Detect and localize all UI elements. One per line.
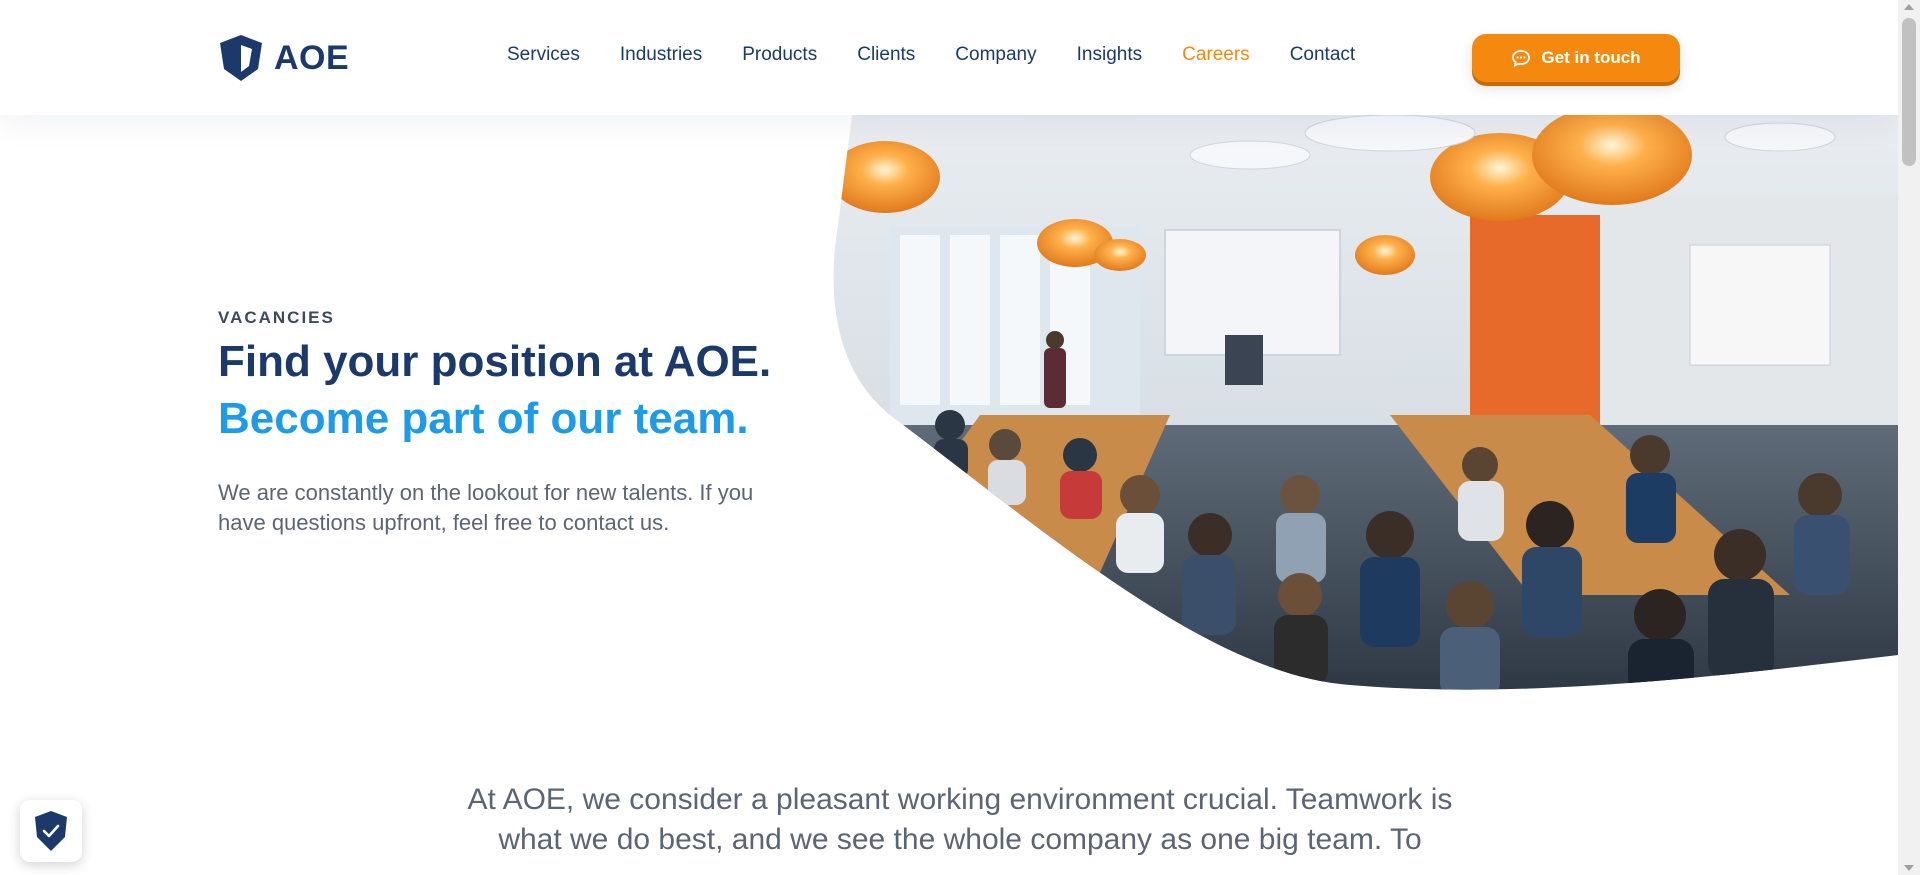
nav-products[interactable]: Products — [742, 44, 817, 66]
logo-text: AOE — [274, 38, 350, 77]
privacy-settings-button[interactable] — [20, 800, 82, 862]
hero-eyebrow: VACANCIES — [218, 308, 335, 327]
nav-clients[interactable]: Clients — [857, 44, 915, 66]
hero-title-line1: Find your position at AOE. — [218, 337, 772, 386]
hero-lead: We are constantly on the lookout for new… — [218, 480, 754, 535]
get-in-touch-button[interactable]: Get in touch — [1472, 34, 1680, 82]
scroll-down-arrow-icon[interactable] — [1904, 865, 1914, 871]
shield-check-icon — [35, 811, 67, 851]
office-team-meeting-photo — [833, 115, 1898, 690]
nav-careers[interactable]: Careers — [1182, 44, 1250, 66]
nav-company[interactable]: Company — [955, 44, 1036, 66]
intro-paragraph: At AOE, we consider a pleasant working e… — [467, 783, 1453, 856]
page-scrollbar[interactable] — [1898, 0, 1920, 875]
hero-title-line2: Become part of our team. — [218, 394, 749, 443]
chat-bubble-icon — [1512, 50, 1531, 67]
nav-industries[interactable]: Industries — [620, 44, 702, 66]
logo[interactable]: AOE — [218, 33, 349, 83]
scroll-thumb[interactable] — [1902, 18, 1916, 166]
nav-insights[interactable]: Insights — [1077, 44, 1142, 66]
nav-contact[interactable]: Contact — [1290, 44, 1355, 66]
nav-services[interactable]: Services — [507, 44, 580, 66]
scroll-up-arrow-icon[interactable] — [1904, 4, 1914, 10]
site-header: AOE Services Industries Products Clients… — [0, 0, 1898, 115]
get-in-touch-label: Get in touch — [1541, 48, 1641, 67]
main-nav: Services Industries Products Clients Com… — [507, 44, 1395, 66]
aoe-shield-logo-icon — [220, 35, 262, 81]
